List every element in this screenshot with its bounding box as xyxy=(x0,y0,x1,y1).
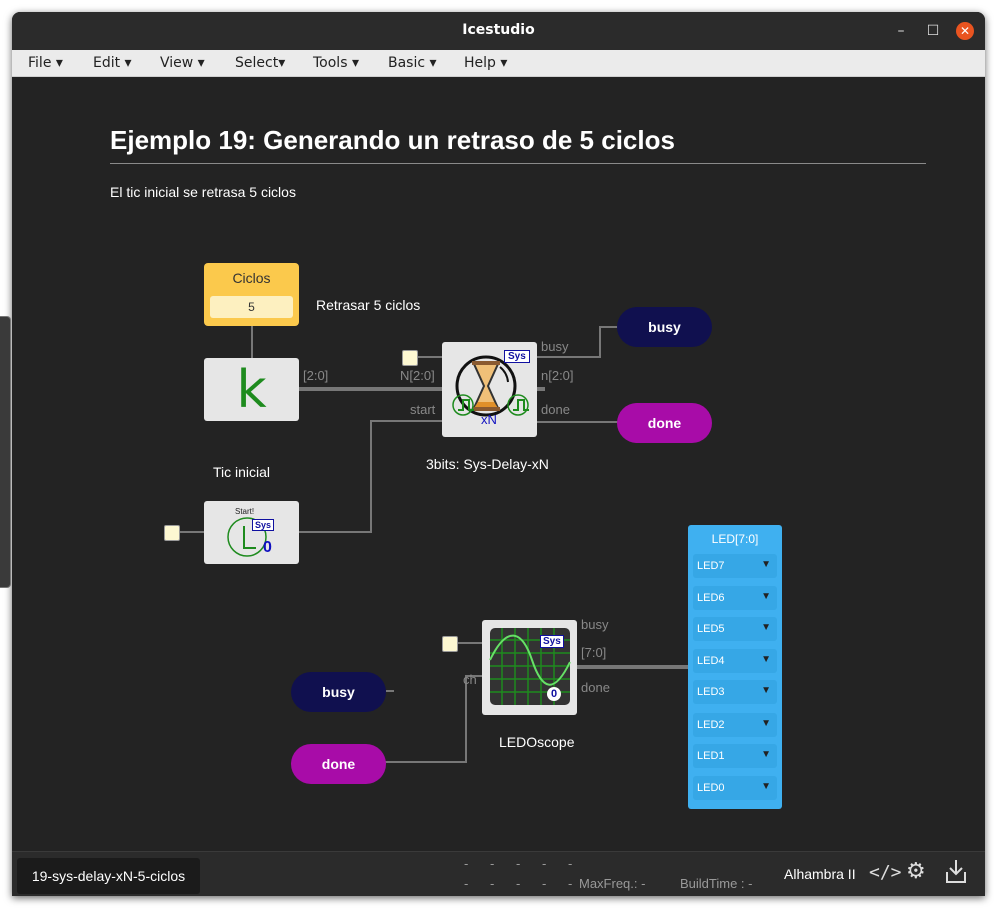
led-select-3[interactable]: LED3 ▼ xyxy=(693,680,777,704)
status-dashes-bottom: - - - - - xyxy=(464,876,573,891)
chevron-down-icon: ▼ xyxy=(761,685,771,696)
status-bar: 19-sys-delay-xN-5-ciclos - - - - - - - -… xyxy=(12,851,985,896)
file-tab[interactable]: 19-sys-delay-xN-5-ciclos xyxy=(17,858,200,894)
led-select-5[interactable]: LED5 ▼ xyxy=(693,617,777,641)
output-busy[interactable]: busy xyxy=(617,307,712,347)
port-n-out: n[2:0] xyxy=(541,368,574,383)
board-selector[interactable]: Alhambra II xyxy=(784,866,856,882)
led-label: LED0 xyxy=(697,782,725,794)
led-label: LED7 xyxy=(697,560,725,572)
led-select-1[interactable]: LED1 ▼ xyxy=(693,744,777,768)
scope-block-name: LEDOscope xyxy=(499,734,575,750)
port-done-out: done xyxy=(541,402,570,417)
scope-input-pin[interactable] xyxy=(442,636,458,652)
menu-basic[interactable]: Basic ▾ xyxy=(388,55,437,71)
minimize-icon[interactable]: – xyxy=(892,22,910,40)
chevron-down-icon: ▼ xyxy=(761,591,771,602)
ledoscope-block[interactable]: Sys 0 xyxy=(482,620,577,715)
led-label: LED1 xyxy=(697,750,725,762)
download-icon[interactable] xyxy=(945,858,967,887)
output-done[interactable]: done xyxy=(617,403,712,443)
constant-title: Ciclos xyxy=(232,270,271,286)
k-glyph: k xyxy=(236,360,267,420)
led-select-2[interactable]: LED2 ▼ xyxy=(693,713,777,737)
menu-select[interactable]: Select▾ xyxy=(235,55,285,71)
tic-start-block[interactable]: Start! Sys 0 xyxy=(204,501,299,564)
led-label: LED6 xyxy=(697,592,725,604)
led-select-7[interactable]: LED7 ▼ xyxy=(693,554,777,578)
chevron-down-icon: ▼ xyxy=(761,718,771,729)
menu-edit[interactable]: Edit ▾ xyxy=(93,55,132,71)
port-busy-out: busy xyxy=(541,339,569,354)
menu-view[interactable]: View ▾ xyxy=(160,55,205,71)
delay-block-name: 3bits: Sys-Delay-xN xyxy=(426,456,549,472)
port-start-in: start xyxy=(410,402,436,417)
led-label: LED5 xyxy=(697,623,725,635)
scope-zero: 0 xyxy=(547,687,561,701)
maximize-icon[interactable]: ☐ xyxy=(924,22,942,40)
chevron-down-icon: ▼ xyxy=(761,654,771,665)
code-icon[interactable]: </> xyxy=(869,862,902,883)
k-constant-block[interactable]: k xyxy=(204,358,299,421)
design-canvas[interactable]: Ejemplo 19: Generando un retraso de 5 ci… xyxy=(12,77,985,863)
scope-port-done: done xyxy=(581,680,610,695)
chevron-down-icon: ▼ xyxy=(761,781,771,792)
side-dock-strip xyxy=(0,316,11,588)
buildtime-readout: BuildTime : - xyxy=(680,876,753,891)
maxfreq-readout: MaxFreq.: - xyxy=(579,876,646,891)
chevron-down-icon: ▼ xyxy=(761,559,771,570)
tic-label: Tic inicial xyxy=(213,464,271,480)
led-select-0[interactable]: LED0 ▼ xyxy=(693,776,777,800)
menu-help[interactable]: Help ▾ xyxy=(464,55,507,71)
led-select-4[interactable]: LED4 ▼ xyxy=(693,649,777,673)
constant-comment: Retrasar 5 ciclos xyxy=(316,297,421,313)
menu-file[interactable]: File ▾ xyxy=(28,55,63,71)
led-select-6[interactable]: LED6 ▼ xyxy=(693,586,777,610)
tic-start-text: Start! xyxy=(235,507,255,516)
titlebar: Icestudio – ☐ ✕ xyxy=(12,12,985,50)
scope-sys-badge: Sys xyxy=(540,635,564,648)
delay-n-input-pin[interactable] xyxy=(402,350,418,366)
app-window: Icestudio – ☐ ✕ File ▾ Edit ▾ View ▾ Sel… xyxy=(12,12,985,896)
scope-port-busy: busy xyxy=(581,617,609,632)
tic-sys-badge: Sys xyxy=(252,519,275,531)
scope-port-ch: ch xyxy=(463,672,477,687)
led-label: LED3 xyxy=(697,686,725,698)
tic-input-pin[interactable] xyxy=(164,525,180,541)
delay-xn-text: xN xyxy=(481,412,497,427)
scope-port-bus: [7:0] xyxy=(581,645,607,660)
menubar: File ▾ Edit ▾ View ▾ Select▾ Tools ▾ Bas… xyxy=(12,50,985,77)
chevron-down-icon: ▼ xyxy=(761,622,771,633)
input-busy[interactable]: busy xyxy=(291,672,386,712)
tic-zero: 0 xyxy=(263,539,272,556)
constant-value-field[interactable]: 5 xyxy=(210,296,293,318)
led-output-panel[interactable]: LED[7:0] LED7 ▼ LED6 ▼ LED5 ▼ LED4 ▼ LED3 ▼ L… xyxy=(688,525,782,809)
led-label: LED4 xyxy=(697,655,725,667)
port-n-in: N[2:0] xyxy=(400,368,435,383)
chevron-down-icon: ▼ xyxy=(761,749,771,760)
constant-block-ciclos[interactable]: Ciclos 5 xyxy=(204,263,299,326)
delay-sys-badge: Sys xyxy=(504,350,530,363)
close-icon[interactable]: ✕ xyxy=(956,22,974,40)
led-label: LED2 xyxy=(697,719,725,731)
k-bus-label: [2:0] xyxy=(303,368,329,383)
window-title: Icestudio xyxy=(462,22,535,38)
led-panel-title: LED[7:0] xyxy=(711,532,759,546)
sys-delay-block[interactable]: Sys xN xyxy=(442,342,537,437)
status-dashes-top: - - - - - xyxy=(464,856,573,871)
gear-icon[interactable]: ⚙ xyxy=(906,859,926,884)
input-done[interactable]: done xyxy=(291,744,386,784)
menu-tools[interactable]: Tools ▾ xyxy=(313,55,359,71)
